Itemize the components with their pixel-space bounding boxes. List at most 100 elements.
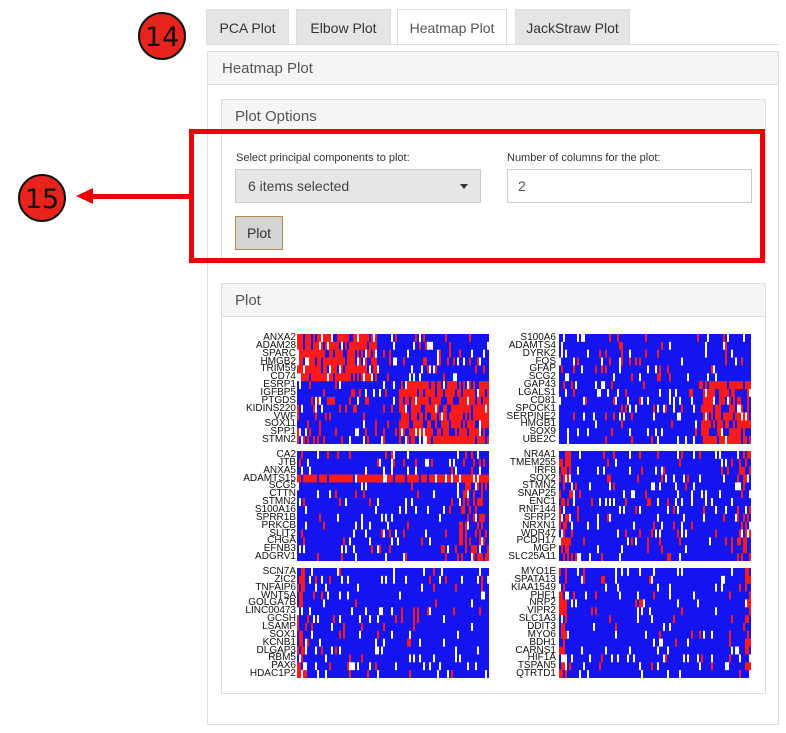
heatmap-cell: [459, 506, 462, 515]
heatmap-cell: [737, 482, 740, 491]
heatmap-cell: [327, 474, 330, 483]
heatmap-cell: [459, 349, 462, 358]
heatmap-cell: [431, 545, 434, 554]
heatmap-cell: [683, 389, 686, 398]
tab-elbow-plot[interactable]: Elbow Plot: [296, 9, 391, 45]
heatmap-cell: [305, 529, 308, 538]
heatmap-cell: [649, 381, 652, 390]
heatmap-cell: [565, 513, 568, 523]
heatmap-cell: [315, 381, 318, 390]
heatmap-cell: [457, 451, 460, 460]
heatmap-cell: [585, 466, 588, 475]
heatmap-cell: [445, 537, 448, 546]
heatmap-cell: [447, 498, 450, 507]
heatmap-cell: [647, 506, 650, 515]
heatmap-cell: [479, 334, 482, 343]
heatmap-cell: [641, 357, 644, 366]
heatmap-cell: [327, 381, 330, 390]
heatmap-cell: [343, 474, 346, 483]
heatmap-cell: [475, 466, 478, 475]
heatmap-cell: [459, 334, 462, 343]
heatmap-cell: [433, 466, 436, 475]
heatmap-cell: [575, 389, 578, 398]
heatmap-cell: [433, 373, 436, 382]
heatmap-cell: [709, 396, 712, 406]
heatmap-cell: [587, 389, 590, 398]
heatmap-cell: [649, 357, 652, 366]
heatmap-cell: [705, 365, 708, 374]
heatmap-cell: [561, 521, 564, 530]
heatmap-cell: [591, 474, 594, 483]
heatmap-cell: [477, 451, 480, 460]
heatmap-cell: [681, 466, 684, 475]
heatmap-cell: [717, 428, 720, 437]
heatmap-cell: [487, 553, 489, 561]
heatmap-cell: [453, 428, 456, 437]
heatmap-cell: [321, 482, 324, 491]
heatmap-cell: [355, 521, 358, 530]
tab-pca-plot[interactable]: PCA Plot: [206, 9, 289, 45]
heatmap-cell: [669, 482, 672, 491]
heatmap-cell: [643, 451, 646, 460]
heatmap-cell: [303, 545, 306, 554]
heatmap-cell: [425, 381, 428, 390]
heatmap-cell: [739, 490, 742, 499]
heatmap-cell: [301, 365, 304, 374]
heatmap-cell: [309, 466, 312, 475]
tab-heatmap-plot[interactable]: Heatmap Plot: [397, 9, 507, 46]
heatmap-cell: [445, 381, 448, 390]
heatmap-cell: [335, 349, 338, 358]
heatmap-cell: [687, 451, 690, 460]
heatmap-cell: [393, 529, 396, 538]
heatmap-cell: [691, 420, 694, 429]
heatmap-cell: [597, 498, 600, 507]
heatmap-cell: [609, 404, 612, 413]
heatmap-cell: [445, 513, 448, 523]
heatmap-cell: [559, 428, 562, 437]
heatmap-cell: [593, 396, 596, 406]
heatmap-cell: [567, 513, 570, 523]
heatmap-cell: [709, 341, 712, 351]
heatmap-cell: [607, 451, 610, 460]
heatmap-cell: [595, 506, 598, 515]
heatmap-cell: [743, 436, 746, 444]
heatmap-cell: [661, 506, 664, 515]
heatmap-cell: [311, 537, 314, 546]
heatmap-cell: [471, 396, 474, 406]
heatmap-cell: [405, 389, 408, 398]
heatmap-cell: [419, 474, 422, 483]
heatmap-cell: [673, 341, 676, 351]
heatmap-cell: [565, 490, 568, 499]
heatmap-cell: [735, 474, 738, 483]
heatmap-cell: [407, 373, 410, 382]
heatmap-cell: [717, 334, 720, 343]
heatmap-cell: [303, 357, 306, 366]
heatmap-cell: [355, 474, 358, 483]
heatmap-cell: [435, 466, 438, 475]
heatmap-cell: [695, 458, 698, 468]
heatmap-cell: [731, 412, 734, 421]
heatmap-cell: [609, 436, 612, 444]
heatmap-cell: [693, 349, 696, 358]
heatmap-cell: [453, 545, 456, 554]
heatmap-cell: [581, 381, 584, 390]
heatmap-cell: [701, 404, 704, 413]
heatmap-cell: [725, 420, 728, 429]
heatmap-cell: [727, 482, 730, 491]
heatmap-cell: [365, 365, 368, 374]
heatmap-cell: [665, 474, 668, 483]
heatmap-cell: [339, 420, 342, 429]
heatmap-cell: [479, 349, 482, 358]
heatmap-cell: [393, 357, 396, 366]
heatmap-cell: [433, 506, 436, 515]
heatmap-cell: [581, 357, 584, 366]
heatmap-cell: [693, 513, 696, 523]
tab-jackstraw-plot[interactable]: JackStraw Plot: [515, 9, 630, 45]
heatmap-cell: [373, 545, 376, 554]
heatmap-cell: [605, 396, 608, 406]
heatmap-cell: [435, 458, 438, 468]
heatmap-cell: [605, 436, 608, 444]
heatmap-cell: [609, 381, 612, 390]
heatmap-cell: [397, 412, 400, 421]
heatmap-cell: [621, 521, 624, 530]
